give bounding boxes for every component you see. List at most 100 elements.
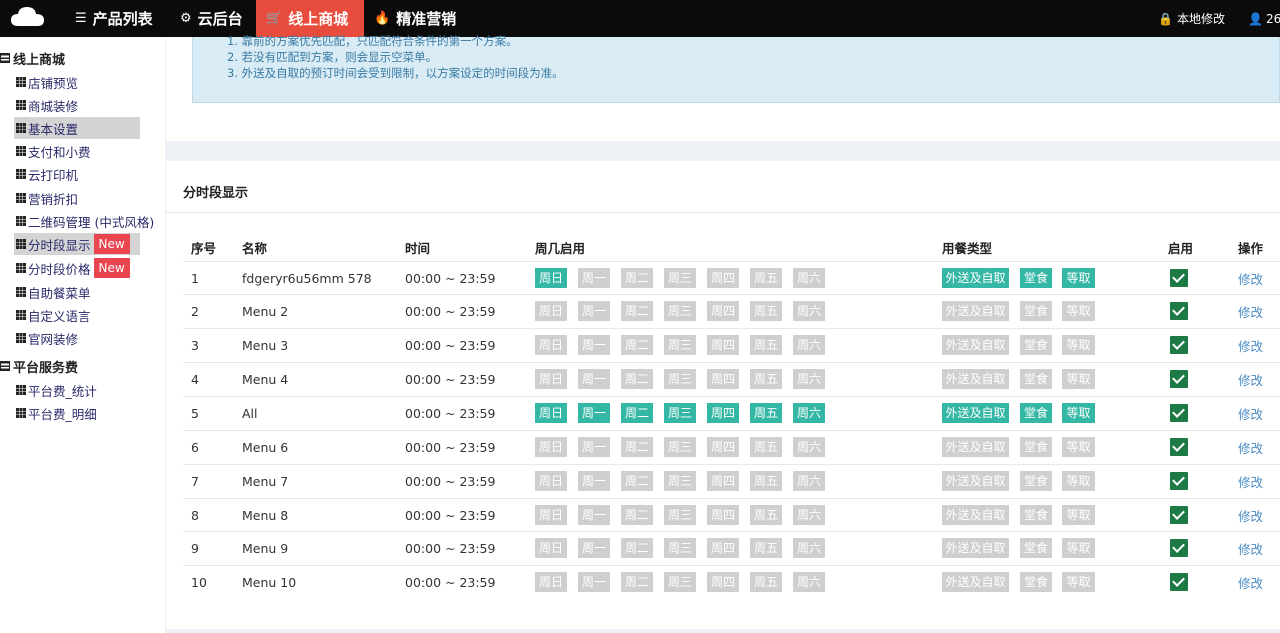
meal-type-toggle[interactable]: 外送及自取: [942, 369, 1009, 389]
weekday-toggle[interactable]: 周四: [707, 505, 739, 525]
weekday-toggle[interactable]: 周三: [664, 403, 696, 423]
nav-online-mall[interactable]: 🛒 线上商城: [256, 0, 364, 37]
weekday-toggle[interactable]: 周二: [621, 403, 653, 423]
sidebar-item-payment-tips[interactable]: 支付和小费: [14, 140, 91, 162]
edit-link[interactable]: 修改: [1238, 532, 1263, 565]
weekday-toggle[interactable]: 周三: [664, 301, 696, 321]
meal-type-toggle[interactable]: 堂食: [1020, 335, 1052, 355]
weekday-toggle[interactable]: 周六: [793, 505, 825, 525]
meal-type-toggle[interactable]: 堂食: [1020, 268, 1052, 288]
edit-link[interactable]: 修改: [1238, 499, 1263, 532]
weekday-toggle[interactable]: 周一: [578, 335, 610, 355]
weekday-toggle[interactable]: 周四: [707, 471, 739, 491]
weekday-toggle[interactable]: 周五: [750, 471, 782, 491]
weekday-toggle[interactable]: 周四: [707, 572, 739, 592]
weekday-toggle[interactable]: 周四: [707, 437, 739, 457]
meal-type-toggle[interactable]: 等取: [1062, 572, 1095, 592]
weekday-toggle[interactable]: 周五: [750, 301, 782, 321]
meal-type-toggle[interactable]: 堂食: [1020, 538, 1052, 558]
sidebar-item-cloud-printer[interactable]: 云打印机: [14, 163, 78, 185]
sidebar-item-qrcode-management[interactable]: 二维码管理 (中式风格): [14, 210, 154, 232]
enabled-checkbox[interactable]: [1170, 506, 1188, 524]
nav-precision-marketing[interactable]: 🔥 精准营销: [374, 0, 456, 37]
weekday-toggle[interactable]: 周二: [621, 471, 653, 491]
weekday-toggle[interactable]: 周六: [793, 437, 825, 457]
edit-link[interactable]: 修改: [1238, 329, 1263, 362]
edit-link[interactable]: 修改: [1238, 431, 1263, 464]
meal-type-toggle[interactable]: 外送及自取: [942, 505, 1009, 525]
weekday-toggle[interactable]: 周六: [793, 301, 825, 321]
weekday-toggle[interactable]: 周一: [578, 538, 610, 558]
meal-type-toggle[interactable]: 外送及自取: [942, 538, 1009, 558]
meal-type-toggle[interactable]: 外送及自取: [942, 335, 1009, 355]
meal-type-toggle[interactable]: 等取: [1062, 268, 1095, 288]
meal-type-toggle[interactable]: 等取: [1062, 505, 1095, 525]
weekday-toggle[interactable]: 周六: [793, 335, 825, 355]
weekday-toggle[interactable]: 周一: [578, 403, 610, 423]
weekday-toggle[interactable]: 周五: [750, 437, 782, 457]
sidebar-item-fee-statistics[interactable]: 平台费_统计: [14, 379, 97, 401]
meal-type-toggle[interactable]: 等取: [1062, 335, 1095, 355]
weekday-toggle[interactable]: 周一: [578, 505, 610, 525]
edit-link[interactable]: 修改: [1238, 262, 1263, 295]
weekday-toggle[interactable]: 周二: [621, 572, 653, 592]
weekday-toggle[interactable]: 周一: [578, 369, 610, 389]
edit-link[interactable]: 修改: [1238, 397, 1263, 430]
weekday-toggle[interactable]: 周日: [535, 437, 567, 457]
weekday-toggle[interactable]: 周二: [621, 268, 653, 288]
weekday-toggle[interactable]: 周五: [750, 335, 782, 355]
weekday-toggle[interactable]: 周六: [793, 268, 825, 288]
weekday-toggle[interactable]: 周一: [578, 268, 610, 288]
sidebar-item-custom-language[interactable]: 自定义语言: [14, 304, 91, 326]
weekday-toggle[interactable]: 周日: [535, 538, 567, 558]
enabled-checkbox[interactable]: [1170, 302, 1188, 320]
weekday-toggle[interactable]: 周二: [621, 335, 653, 355]
weekday-toggle[interactable]: 周五: [750, 572, 782, 592]
edit-link[interactable]: 修改: [1238, 566, 1263, 599]
weekday-toggle[interactable]: 周五: [750, 268, 782, 288]
weekday-toggle[interactable]: 周六: [793, 403, 825, 423]
weekday-toggle[interactable]: 周五: [750, 369, 782, 389]
weekday-toggle[interactable]: 周二: [621, 437, 653, 457]
local-edit-link[interactable]: 🔒 本地修改: [1158, 0, 1225, 37]
sidebar-item-timed-display[interactable]: 分时段显示 New: [14, 233, 140, 255]
enabled-checkbox[interactable]: [1170, 370, 1188, 388]
edit-link[interactable]: 修改: [1238, 363, 1263, 396]
meal-type-toggle[interactable]: 等取: [1062, 369, 1095, 389]
meal-type-toggle[interactable]: 等取: [1062, 471, 1095, 491]
weekday-toggle[interactable]: 周六: [793, 572, 825, 592]
meal-type-toggle[interactable]: 等取: [1062, 538, 1095, 558]
sidebar-item-basic-settings[interactable]: 基本设置: [14, 117, 140, 139]
sidebar-item-store-preview[interactable]: 店铺预览: [14, 71, 78, 93]
user-menu[interactable]: 👤 26: [1248, 0, 1280, 37]
weekday-toggle[interactable]: 周日: [535, 403, 567, 423]
edit-link[interactable]: 修改: [1238, 465, 1263, 498]
sidebar-item-timed-price[interactable]: 分时段价格 New: [14, 257, 130, 279]
sidebar-item-mall-decoration[interactable]: 商城装修: [14, 94, 78, 116]
weekday-toggle[interactable]: 周三: [664, 538, 696, 558]
meal-type-toggle[interactable]: 堂食: [1020, 572, 1052, 592]
meal-type-toggle[interactable]: 等取: [1062, 403, 1095, 423]
enabled-checkbox[interactable]: [1170, 269, 1188, 287]
sidebar-item-fee-details[interactable]: 平台费_明细: [14, 402, 97, 424]
weekday-toggle[interactable]: 周六: [793, 471, 825, 491]
weekday-toggle[interactable]: 周三: [664, 335, 696, 355]
weekday-toggle[interactable]: 周三: [664, 268, 696, 288]
weekday-toggle[interactable]: 周日: [535, 505, 567, 525]
meal-type-toggle[interactable]: 外送及自取: [942, 403, 1009, 423]
weekday-toggle[interactable]: 周三: [664, 437, 696, 457]
weekday-toggle[interactable]: 周四: [707, 369, 739, 389]
weekday-toggle[interactable]: 周四: [707, 301, 739, 321]
enabled-checkbox[interactable]: [1170, 336, 1188, 354]
meal-type-toggle[interactable]: 堂食: [1020, 505, 1052, 525]
weekday-toggle[interactable]: 周二: [621, 301, 653, 321]
weekday-toggle[interactable]: 周四: [707, 268, 739, 288]
weekday-toggle[interactable]: 周二: [621, 505, 653, 525]
edit-link[interactable]: 修改: [1238, 295, 1263, 328]
enabled-checkbox[interactable]: [1170, 472, 1188, 490]
sidebar-item-website-decoration[interactable]: 官网装修: [14, 327, 78, 349]
weekday-toggle[interactable]: 周日: [535, 335, 567, 355]
enabled-checkbox[interactable]: [1170, 573, 1188, 591]
meal-type-toggle[interactable]: 外送及自取: [942, 301, 1009, 321]
sidebar-item-marketing-discount[interactable]: 营销折扣: [14, 187, 78, 209]
